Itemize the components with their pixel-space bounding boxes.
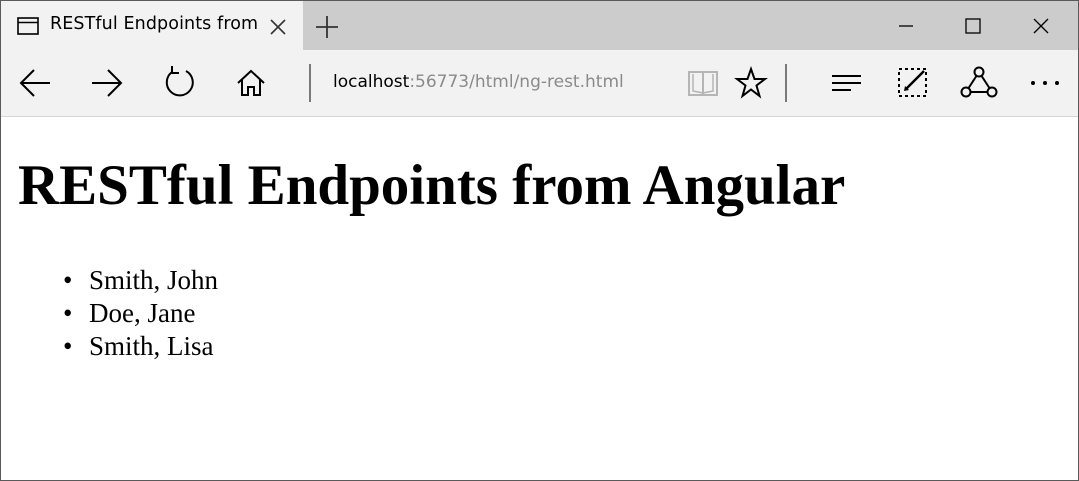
window-close-icon[interactable] [1016,11,1066,41]
star-icon[interactable] [732,64,770,102]
list-item: Smith, Lisa [63,330,218,363]
title-bar: RESTful Endpoints from [1,1,1078,50]
name-list: Smith, John Doe, Jane Smith, Lisa [63,264,218,363]
address-host: localhost [333,72,410,92]
more-icon[interactable] [1025,64,1065,102]
reading-view-icon [688,71,718,96]
navigation-bar: localhost:56773/html/ng-rest.html [1,50,1078,117]
back-arrow-icon[interactable] [15,64,55,102]
list-item: Smith, John [63,264,218,297]
toolbar-separator [785,64,787,102]
hub-icon[interactable] [827,64,867,102]
forward-arrow-icon[interactable] [87,64,127,102]
page-title: RESTful Endpoints from Angular [18,154,846,217]
page-icon [17,17,39,35]
tab-title: RESTful Endpoints from [50,14,259,34]
web-note-icon[interactable] [893,64,933,102]
list-item: Doe, Jane [63,297,218,330]
browser-window: RESTful Endpoints from localhost:56773/h… [0,0,1079,481]
minimize-icon[interactable] [881,11,931,41]
page-content: RESTful Endpoints from Angular Smith, Jo… [1,118,1078,480]
refresh-icon[interactable] [159,64,199,102]
address-bar[interactable]: localhost:56773/html/ng-rest.html [333,72,624,92]
maximize-icon[interactable] [947,11,997,41]
share-icon[interactable] [957,64,1001,102]
new-tab-plus-icon[interactable] [313,13,341,41]
home-icon[interactable] [231,64,271,102]
tab-close-icon[interactable] [267,16,289,38]
toolbar-separator [309,64,311,102]
address-path: :56773/html/ng-rest.html [409,72,624,92]
browser-tab[interactable]: RESTful Endpoints from [1,1,303,50]
